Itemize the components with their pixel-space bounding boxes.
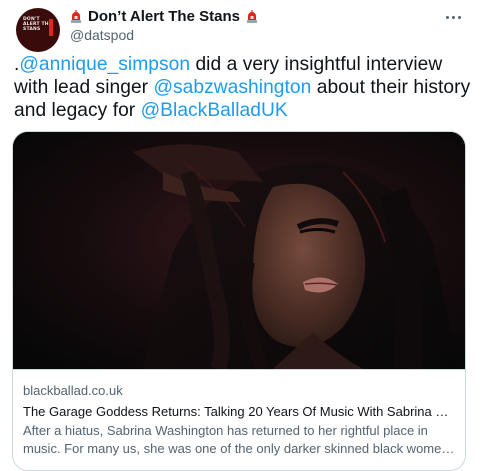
display-name-row[interactable]: Don’t Alert The Stans (70, 6, 258, 26)
author-names: Don’t Alert The Stans @datspod (70, 6, 258, 43)
tweet: DON'T ALERT THE STANS Don’t Alert The St… (0, 0, 481, 471)
police-light-icon (246, 9, 257, 23)
card-photo (13, 132, 465, 369)
avatar-exclamation (49, 19, 53, 36)
card-domain: blackballad.co.uk (23, 383, 123, 398)
display-name: Don’t Alert The Stans (88, 7, 240, 25)
link-preview-card[interactable]: blackballad.co.uk The Garage Goddess Ret… (12, 131, 466, 471)
mention-link[interactable]: @annique_simpson (19, 54, 190, 75)
avatar[interactable]: DON'T ALERT THE STANS (16, 8, 60, 52)
card-title[interactable]: The Garage Goddess Returns: Talking 20 Y… (23, 402, 457, 422)
mention-link[interactable]: @sabzwashington (154, 77, 312, 98)
card-meta: blackballad.co.uk The Garage Goddess Ret… (13, 369, 465, 458)
card-image[interactable] (13, 132, 465, 369)
tweet-text: .@annique_simpson did a very insightful … (14, 53, 474, 122)
police-light-icon (71, 9, 81, 23)
author-handle[interactable]: @datspod (70, 27, 258, 43)
more-options-icon[interactable] (441, 8, 465, 26)
card-description: After a hiatus, Sabrina Washington has r… (23, 423, 449, 456)
mention-link[interactable]: @BlackBalladUK (141, 100, 288, 121)
tweet-header: DON'T ALERT THE STANS Don’t Alert The St… (12, 6, 469, 52)
